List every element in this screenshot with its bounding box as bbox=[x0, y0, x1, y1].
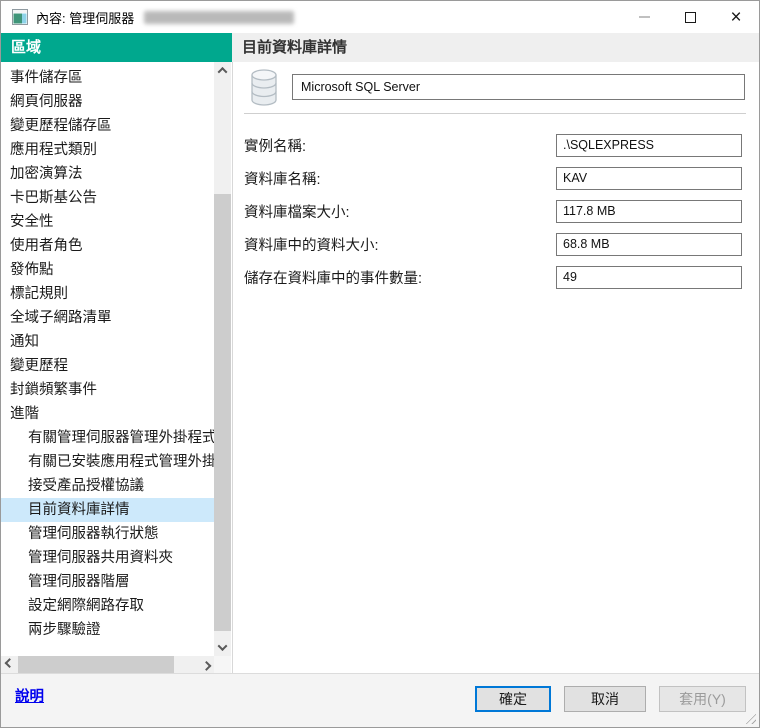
sidebar-item[interactable]: 發佈點 bbox=[1, 258, 214, 282]
db-type-field[interactable]: Microsoft SQL Server bbox=[292, 74, 745, 100]
redacted-server-name bbox=[144, 11, 294, 24]
app-icon bbox=[12, 9, 28, 25]
sidebar-item[interactable]: 有關管理伺服器管理外掛程式的詳情 bbox=[1, 426, 214, 450]
sidebar-item[interactable]: 標記規則 bbox=[1, 282, 214, 306]
sidebar-item[interactable]: 有關已安裝應用程式管理外掛程式的詳情 bbox=[1, 450, 214, 474]
vertical-scrollbar-thumb[interactable] bbox=[214, 194, 231, 631]
dialog-buttons: 確定 取消 套用(Y) bbox=[475, 686, 746, 712]
vertical-scrollbar[interactable] bbox=[214, 62, 231, 656]
sidebar-item[interactable]: 設定網際網路存取 bbox=[1, 594, 214, 618]
sidebar-item[interactable]: 全域子網路清單 bbox=[1, 306, 214, 330]
apply-button[interactable]: 套用(Y) bbox=[659, 686, 746, 712]
page-title: 目前資料庫詳情 bbox=[232, 33, 759, 62]
horizontal-scrollbar-thumb[interactable] bbox=[18, 656, 174, 673]
sidebar-item[interactable]: 變更歷程 bbox=[1, 354, 214, 378]
window-controls: × bbox=[621, 1, 759, 33]
sidebar-item-selected[interactable]: 目前資料庫詳情 bbox=[1, 498, 214, 522]
field-value[interactable]: 117.8 MB bbox=[556, 200, 742, 223]
help-link[interactable]: 說明 bbox=[15, 685, 44, 706]
chevron-down-icon bbox=[218, 641, 228, 651]
resize-grip-icon[interactable] bbox=[743, 711, 756, 724]
field-label: 實例名稱: bbox=[244, 135, 556, 156]
sidebar-item[interactable]: 卡巴斯基公告 bbox=[1, 186, 214, 210]
sidebar-item[interactable]: 接受產品授權協議 bbox=[1, 474, 214, 498]
sidebar-item[interactable]: 進階 bbox=[1, 402, 214, 426]
field-label: 儲存在資料庫中的事件數量: bbox=[244, 267, 556, 288]
sidebar-item[interactable]: 使用者角色 bbox=[1, 234, 214, 258]
maximize-button[interactable] bbox=[667, 1, 713, 33]
maximize-icon bbox=[685, 12, 696, 23]
sidebar-item[interactable]: 通知 bbox=[1, 330, 214, 354]
sidebar-item[interactable]: 兩步驟驗證 bbox=[1, 618, 214, 642]
minimize-button[interactable] bbox=[621, 1, 667, 33]
properties-dialog: 內容: 管理伺服器 × 區域 目前資料庫詳情 事件儲存區網頁伺服器變更歷程儲存區… bbox=[0, 0, 760, 728]
title-bar: 內容: 管理伺服器 × bbox=[1, 1, 759, 33]
dialog-footer: 說明 確定 取消 套用(Y) bbox=[1, 673, 759, 727]
field-row: 儲存在資料庫中的事件數量: 49 bbox=[244, 266, 742, 289]
sidebar-item[interactable]: 管理伺服器階層 bbox=[1, 570, 214, 594]
cancel-button[interactable]: 取消 bbox=[564, 686, 646, 712]
sidebar-item[interactable]: 安全性 bbox=[1, 210, 214, 234]
field-value[interactable]: 68.8 MB bbox=[556, 233, 742, 256]
sidebar-item[interactable]: 事件儲存區 bbox=[1, 66, 214, 90]
chevron-left-icon bbox=[5, 658, 15, 668]
scroll-down-button[interactable] bbox=[214, 639, 231, 656]
sections-sidebar: 事件儲存區網頁伺服器變更歷程儲存區應用程式類別加密演算法卡巴斯基公告安全性使用者… bbox=[1, 62, 233, 673]
sidebar-item[interactable]: 封鎖頻繁事件 bbox=[1, 378, 214, 402]
field-row: 資料庫名稱: KAV bbox=[244, 167, 742, 190]
window-title: 內容: 管理伺服器 bbox=[36, 8, 134, 27]
field-value[interactable]: KAV bbox=[556, 167, 742, 190]
field-value[interactable]: .\SQLEXPRESS bbox=[556, 134, 742, 157]
field-row: 資料庫中的資料大小: 68.8 MB bbox=[244, 233, 742, 256]
separator-line bbox=[244, 113, 746, 114]
field-row: 實例名稱: .\SQLEXPRESS bbox=[244, 134, 742, 157]
horizontal-scrollbar[interactable] bbox=[1, 656, 215, 673]
sidebar-item[interactable]: 管理伺服器執行狀態 bbox=[1, 522, 214, 546]
close-icon: × bbox=[730, 8, 741, 27]
field-value[interactable]: 49 bbox=[556, 266, 742, 289]
scroll-right-button[interactable] bbox=[198, 656, 215, 673]
scrollbar-corner bbox=[214, 656, 231, 673]
database-fields: 實例名稱: .\SQLEXPRESS 資料庫名稱: KAV 資料庫檔案大小: 1… bbox=[244, 134, 742, 299]
scroll-left-button[interactable] bbox=[1, 656, 18, 673]
sections-header: 區域 bbox=[1, 33, 232, 62]
sidebar-item[interactable]: 網頁伺服器 bbox=[1, 90, 214, 114]
scroll-up-button[interactable] bbox=[214, 62, 231, 79]
close-button[interactable]: × bbox=[713, 1, 759, 33]
database-icon bbox=[248, 69, 280, 107]
field-label: 資料庫中的資料大小: bbox=[244, 234, 556, 255]
minimize-icon bbox=[639, 16, 650, 18]
sidebar-item[interactable]: 加密演算法 bbox=[1, 162, 214, 186]
sidebar-item[interactable]: 應用程式類別 bbox=[1, 138, 214, 162]
database-details-panel: Microsoft SQL Server 實例名稱: .\SQLEXPRESS … bbox=[233, 62, 759, 673]
ok-button[interactable]: 確定 bbox=[475, 686, 551, 712]
chevron-up-icon bbox=[218, 67, 228, 77]
field-label: 資料庫檔案大小: bbox=[244, 201, 556, 222]
sidebar-item[interactable]: 管理伺服器共用資料夾 bbox=[1, 546, 214, 570]
sidebar-item[interactable]: 變更歷程儲存區 bbox=[1, 114, 214, 138]
field-label: 資料庫名稱: bbox=[244, 168, 556, 189]
chevron-right-icon bbox=[202, 661, 212, 671]
section-list: 事件儲存區網頁伺服器變更歷程儲存區應用程式類別加密演算法卡巴斯基公告安全性使用者… bbox=[1, 62, 214, 656]
field-row: 資料庫檔案大小: 117.8 MB bbox=[244, 200, 742, 223]
